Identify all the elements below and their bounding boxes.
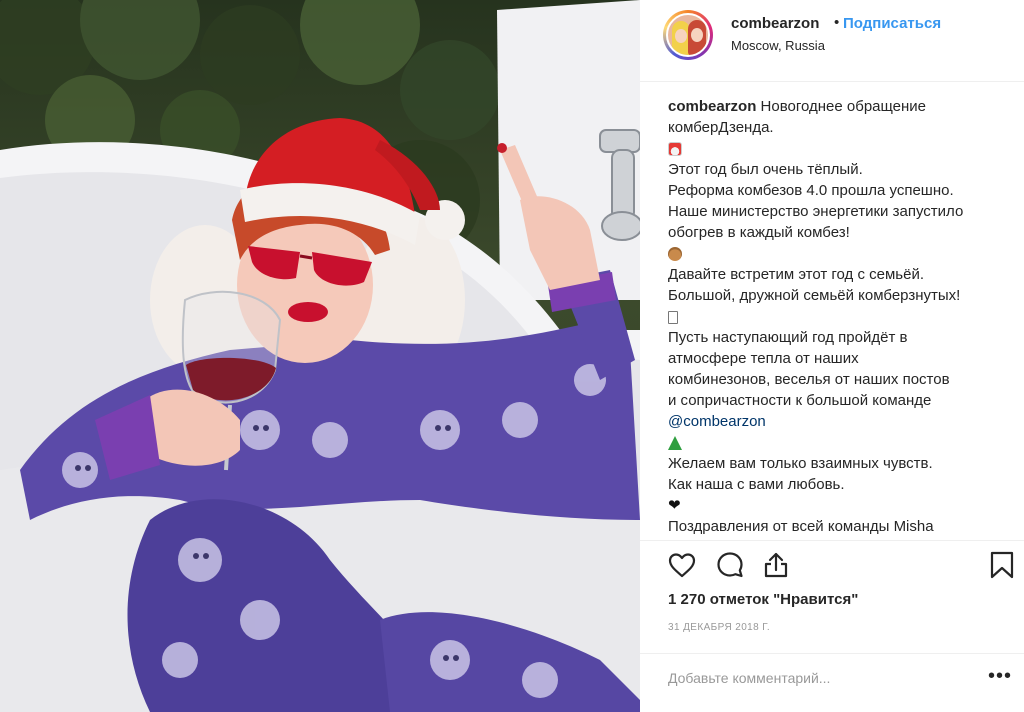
caption-first-line: combearzon Новогоднее обращение <box>668 96 1008 117</box>
caption-line: Наше министерство энергетики запустило <box>668 203 964 220</box>
share-icon <box>764 552 788 578</box>
caption-line: атмосфере тепла от наших <box>668 350 859 367</box>
separator-dot: • <box>834 14 840 31</box>
caption-line <box>668 243 1008 264</box>
caption-line: обогрев в каждый комбез! <box>668 224 850 241</box>
missing-glyph-icon <box>668 310 678 324</box>
caption-line: Пусть наступающий год пройдёт в <box>668 329 908 346</box>
comment-bar: ••• <box>640 653 1024 712</box>
share-button[interactable] <box>760 549 792 581</box>
caption-line: ❤ <box>668 495 1008 516</box>
santa-emoji-icon <box>668 142 682 157</box>
caption-mention-link[interactable]: @combearzon <box>668 411 1008 432</box>
caption-author-link[interactable]: combearzon <box>668 98 756 115</box>
post-photo[interactable] <box>0 0 640 712</box>
avatar[interactable] <box>663 10 713 60</box>
heart-icon <box>668 553 696 578</box>
post-date[interactable]: 31 декабря 2018 г. <box>668 622 770 633</box>
speech-bubble-icon <box>717 552 743 578</box>
comment-input[interactable] <box>668 666 968 690</box>
christmas-tree-emoji-icon <box>668 436 682 451</box>
bookmark-icon <box>990 551 1014 579</box>
location-link[interactable]: Moscow, Russia <box>731 38 825 53</box>
caption: combearzon Новогоднее обращение комберДз… <box>668 96 1008 537</box>
username-link[interactable]: combearzon <box>731 15 819 32</box>
caption-line <box>668 432 1008 453</box>
lips <box>288 302 328 322</box>
action-bar <box>640 540 1024 588</box>
post-details-panel: combearzon • Подписаться Moscow, Russia … <box>640 0 1024 712</box>
like-button[interactable] <box>666 549 698 581</box>
likes-count[interactable]: 1 270 отметок "Нравится" <box>668 591 858 608</box>
caption-text: Новогоднее обращение <box>756 98 927 115</box>
more-options-button[interactable]: ••• <box>988 664 1012 688</box>
caption-line: Реформа комбезов 4.0 прошла успешно. <box>668 182 954 199</box>
caption-line: Давайте встретим этот год с семьёй. <box>668 266 924 283</box>
caption-line: Желаем вам только взаимных чувств. <box>668 455 933 472</box>
post-header: combearzon • Подписаться Moscow, Russia <box>640 0 1024 82</box>
caption-line: и сопричастности к большой команде <box>668 392 932 409</box>
comment-button[interactable] <box>714 549 746 581</box>
caption-line <box>668 306 1008 327</box>
caption-line: Поздравления от всей команды Misha <box>668 518 934 535</box>
bear-emoji-icon <box>668 247 682 262</box>
caption-line: комбинезонов, веселья от наших постов <box>668 371 950 388</box>
caption-line: Большой, дружной семьёй комберзнутых! <box>668 287 961 304</box>
follow-button[interactable]: Подписаться <box>843 15 941 32</box>
caption-line: Этот год был очень тёплый. <box>668 161 863 178</box>
caption-line: Как наша с вами любовь. <box>668 476 845 493</box>
save-button[interactable] <box>986 549 1018 581</box>
caption-line: комберДзенда. <box>668 119 774 136</box>
avatar-image <box>666 13 710 57</box>
black-heart-emoji-icon: ❤ <box>668 497 681 515</box>
caption-line <box>668 138 1008 159</box>
photo-illustration <box>0 0 640 712</box>
